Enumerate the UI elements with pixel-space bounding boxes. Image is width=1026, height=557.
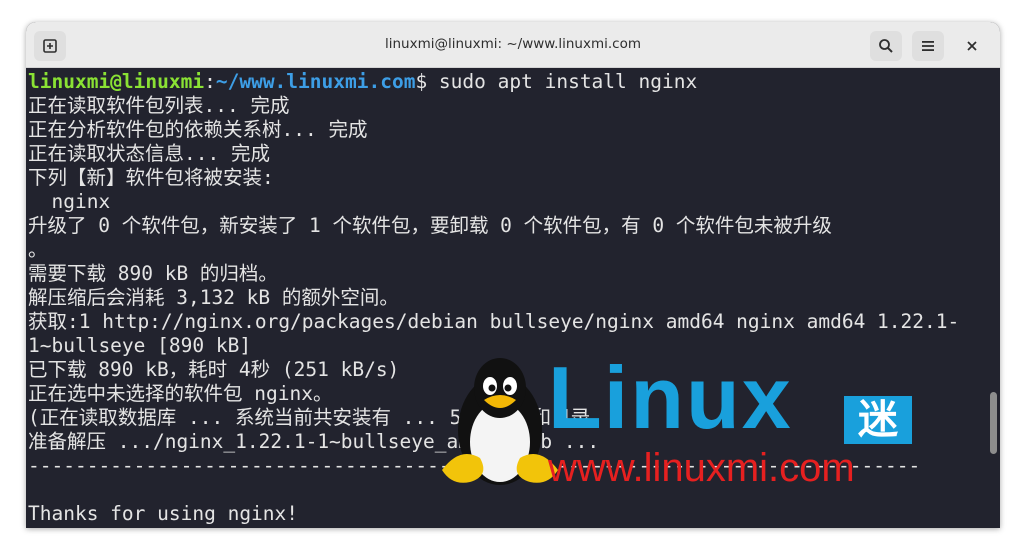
window-title: linuxmi@linuxmi: ~/www.linuxmi.com — [384, 36, 641, 52]
prompt-user: linuxmi@linuxmi — [28, 70, 205, 93]
output-line: 正在分析软件包的依赖关系树... 完成 — [28, 118, 368, 141]
output-line: 正在读取状态信息... 完成 — [28, 142, 270, 165]
output-line: Thanks for using nginx! — [28, 502, 299, 525]
prompt-path: ~/www.linuxmi.com — [215, 70, 416, 93]
watermark-brand-suffix: 迷 — [844, 396, 912, 444]
output-line: 。 — [28, 238, 48, 261]
hamburger-menu-icon — [922, 41, 934, 51]
menu-button[interactable] — [912, 31, 944, 61]
output-line: nginx — [28, 190, 111, 213]
output-line: 下列【新】软件包将被安装: — [28, 166, 274, 189]
output-line: 解压缩后会消耗 3,132 kB 的额外空间。 — [28, 286, 399, 309]
close-button[interactable] — [956, 31, 988, 61]
search-icon — [879, 39, 893, 53]
prompt-colon: : — [204, 70, 216, 93]
linuxmi-watermark: Linux 迷 www.linuxmi.com — [440, 350, 930, 490]
scrollbar[interactable] — [989, 72, 997, 525]
output-line: 升级了 0 个软件包，新安装了 1 个软件包，要卸载 0 个软件包，有 0 个软… — [28, 214, 832, 237]
output-line: 正在读取软件包列表... 完成 — [28, 94, 290, 117]
prompt-command: $ sudo apt install nginx — [415, 70, 698, 93]
output-line: 获取:1 http://nginx.org/packages/debian bu… — [28, 310, 960, 333]
tux-penguin-icon — [442, 358, 558, 485]
watermark-url: www.linuxmi.com — [548, 446, 855, 490]
close-icon — [967, 41, 977, 51]
prompt-line: linuxmi@linuxmi:~/www.linuxmi.com$ sudo … — [28, 70, 1000, 94]
title-bar: linuxmi@linuxmi: ~/www.linuxmi.com — [26, 22, 1000, 68]
search-button[interactable] — [870, 31, 902, 61]
scrollbar-thumb[interactable] — [990, 392, 997, 454]
output-line: 需要下载 890 kB 的归档。 — [28, 262, 278, 285]
watermark-brand: Linux — [548, 348, 793, 447]
